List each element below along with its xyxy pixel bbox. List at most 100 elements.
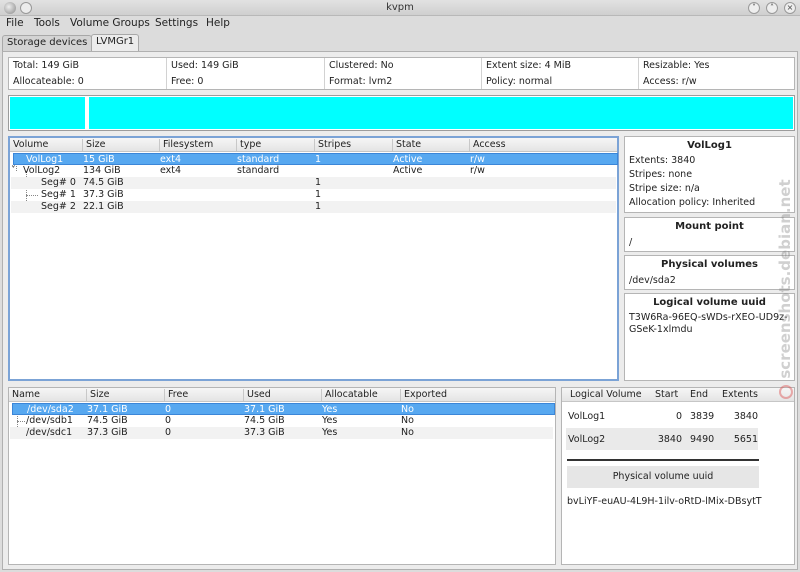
lv-col-size[interactable]: Size [82,139,106,151]
volume-group-page: Total: 149 GiB Allocateable: 0 Used: 149… [2,51,798,570]
debian-swirl-icon [779,385,793,399]
lv-col-stripes[interactable]: Stripes [314,139,351,151]
horizontal-splitter[interactable] [8,382,795,386]
pv-free: 0 [165,427,172,438]
menu-volume-groups[interactable]: Volume Groups [70,17,150,29]
menu-settings[interactable]: Settings [155,17,198,29]
lv-info-allocation-policy: Allocation policy: Inherited [629,197,756,208]
pv-exported: No [401,404,414,415]
pv-col-free[interactable]: Free [164,389,188,401]
pv-used: 74.5 GiB [244,415,285,426]
pv-col-size[interactable]: Size [86,389,110,401]
pv-lv-col-start: Start [655,389,679,400]
lv-size: 74.5 GiB [83,177,124,188]
expand-arrow-icon[interactable]: ˅ [11,165,16,176]
lv-uuid-line2: GSeK-1xlmdu [629,324,693,335]
close-icon[interactable]: × [784,2,796,14]
separator-line [567,459,759,461]
lv-segment-name: Seg# 1 [41,189,76,200]
lv-filesystem: ext4 [160,165,182,176]
pv-col-allocatable[interactable]: Allocatable [321,389,378,401]
lv-stripes: 1 [315,177,322,188]
lv-segment-name: Seg# 0 [41,177,76,188]
summary-extent-size: Extent size: 4 MiB [486,60,572,71]
pv-exported: No [401,415,414,426]
pv-free: 0 [165,415,172,426]
lv-row-vollog2[interactable]: ˅ VolLog2 134 GiB ext4 standard Active r… [11,165,616,177]
lv-state: Active [393,165,423,176]
pv-allocatable: Yes [322,415,338,426]
pv-lv-header: Logical Volume Start End Extents [562,388,794,402]
summary-access: Access: r/w [643,76,697,87]
lv-stripes: 1 [315,201,322,212]
usage-segment-vollog1[interactable] [10,97,85,129]
lv-type: standard [237,165,280,176]
physical-volume-table: Name Size Free Used Allocatable Exported… [8,387,556,565]
pv-name: /dev/sda2 [27,404,74,415]
summary-format: Format: lvm2 [329,76,393,87]
pv-row-sda2[interactable]: /dev/sda2 37.1 GiB 0 37.1 GiB Yes No [12,403,555,415]
pv-col-exported[interactable]: Exported [400,389,447,401]
pv-lv-col-lv: Logical Volume [570,389,642,400]
pv-lv-col-extents: Extents [722,389,758,400]
pv-col-used[interactable]: Used [243,389,271,401]
lv-col-filesystem[interactable]: Filesystem [159,139,213,151]
pv-table-header: Name Size Free Used Allocatable Exported [9,388,555,402]
lv-row-seg2[interactable]: Seg# 2 22.1 GiB 1 [11,201,616,213]
summary-clustered: Clustered: No [329,60,394,71]
window-titlebar: kvpm ˅ ˄ × [0,0,800,16]
window-title: kvpm [386,2,414,13]
pv-logical-volumes-panel: Logical Volume Start End Extents VolLog1… [561,387,795,565]
pv-lv-start: 3840 [657,434,682,445]
pv-allocatable: Yes [322,404,338,415]
pv-lv-start: 0 [675,411,682,422]
summary-free: Free: 0 [171,76,204,87]
pv-size: 37.3 GiB [87,427,128,438]
lv-row-vollog1[interactable]: VolLog1 15 GiB ext4 standard 1 Active r/… [13,153,618,165]
watermark-text: screenshots.debian.net [776,179,794,379]
lv-table-header: Volume Size Filesystem type Stripes Stat… [10,138,617,152]
mount-point-value: / [629,237,633,248]
pv-name: /dev/sdb1 [26,415,73,426]
menu-tools[interactable]: Tools [34,17,60,29]
lv-access: r/w [470,165,485,176]
lv-size: 15 GiB [83,154,115,165]
pv-col-name[interactable]: Name [9,389,40,401]
lv-info-stripe-size: Stripe size: n/a [629,183,700,194]
pv-lv-row-vollog1: VolLog1 0 3839 3840 [566,407,758,425]
lv-row-seg0[interactable]: Seg# 0 74.5 GiB 1 [11,177,616,189]
usage-segment-vollog2[interactable] [89,97,793,129]
pv-row-sdb1[interactable]: /dev/sdb1 74.5 GiB 0 74.5 GiB Yes No [10,415,553,427]
watermark: screenshots.debian.net [770,160,800,400]
maximize-icon[interactable]: ˄ [766,2,778,14]
summary-policy: Policy: normal [486,76,553,87]
physical-volumes-value: /dev/sda2 [629,275,676,286]
pv-lv-extents: 5651 [733,434,758,445]
pv-allocatable: Yes [322,427,338,438]
lv-size: 22.1 GiB [83,201,124,212]
pv-lv-extents: 3840 [733,411,758,422]
lv-col-volume[interactable]: Volume [10,139,48,151]
pv-lv-col-end: End [690,389,709,400]
pv-lv-row-vollog2: VolLog2 3840 9490 5651 [566,428,758,450]
vg-usage-bar [8,95,795,131]
minimize-icon[interactable]: ˅ [748,2,760,14]
lv-size: 134 GiB [83,165,121,176]
tab-storage-devices[interactable]: Storage devices [2,35,93,51]
pv-used: 37.3 GiB [244,427,285,438]
menubar: File Tools Volume Groups Settings Help [0,16,800,32]
pv-size: 74.5 GiB [87,415,128,426]
pv-row-sdc1[interactable]: /dev/sdc1 37.3 GiB 0 37.3 GiB Yes No [10,427,553,439]
lv-col-access[interactable]: Access [469,139,506,151]
lv-col-state[interactable]: State [392,139,421,151]
menu-help[interactable]: Help [206,17,230,29]
menu-file[interactable]: File [6,17,24,29]
lv-info-title: VolLog1 [687,140,732,151]
summary-total: Total: 149 GiB [13,60,80,71]
lv-row-seg1[interactable]: Seg# 1 37.3 GiB 1 [11,189,616,201]
tab-lvmgr1[interactable]: LVMGr1 [91,34,140,51]
summary-allocateable: Allocateable: 0 [13,76,84,87]
pv-used: 37.1 GiB [244,404,285,415]
lv-col-type[interactable]: type [236,139,261,151]
lv-uuid-line1: T3W6Ra-96EQ-sWDs-rXEO-UD9z- [629,312,788,323]
